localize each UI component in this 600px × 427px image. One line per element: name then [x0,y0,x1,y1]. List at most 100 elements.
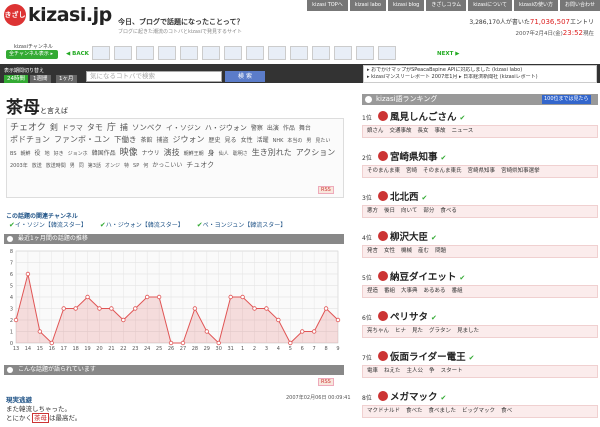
ranking-tag[interactable]: 食べる [440,208,457,214]
ranking-tag[interactable]: 女性 [384,248,395,254]
ranking-tag[interactable]: ビッグマック [462,408,495,414]
channel-thumb[interactable] [268,46,286,60]
channel-thumb[interactable] [378,46,396,60]
keyword-link[interactable]: 生き別れた [252,148,292,157]
keyword-link[interactable]: 役 [35,150,41,157]
ranking-tag[interactable]: 長女 [418,128,429,134]
channel-thumb[interactable] [356,46,374,60]
top-nav-contact[interactable]: お問い合わせ [559,0,600,11]
keyword-link[interactable]: かっこいい [152,162,182,169]
keyword-link[interactable]: アクション [296,148,336,157]
keyword-link[interactable]: ナウリ [142,150,160,157]
ranking-tag[interactable]: 向いて [401,208,417,214]
ranking-tag[interactable]: 食べました [429,408,457,414]
keyword-link[interactable]: ハ・ジウォン [205,124,247,132]
keyword-link[interactable]: イ・ソジン [166,124,201,132]
ranking-tag[interactable]: マクドナルド [367,408,400,414]
keyword-link[interactable]: ファンボ・ユン [54,135,110,144]
top-nav-howto[interactable]: kizasiの使い方 [514,0,558,11]
ranking-tag[interactable]: 産む [418,248,429,254]
period-1week[interactable]: 1週間 [30,75,51,83]
keyword-link[interactable]: 茶館 [141,137,153,144]
ranking-tag[interactable]: 亮ちゃん [367,328,389,334]
ranking-tag[interactable]: 食べた [406,408,423,414]
keyword-link[interactable]: 活躍 [257,137,269,144]
ranking-tag[interactable]: 電車 [367,368,378,374]
ranking-keyword[interactable]: 仮面ライダー電王 ✔ [390,349,475,363]
keyword-link[interactable]: 仙人 [219,151,229,157]
keyword-link[interactable]: BS [10,151,17,157]
ranking-tag[interactable]: 機械 [401,248,412,254]
keyword-link[interactable]: 放送時間 [46,163,66,169]
channel-thumb[interactable] [180,46,198,60]
ranking-tag[interactable]: 争 [429,368,435,374]
keyword-link[interactable]: SP [133,163,139,169]
ranking-tag[interactable]: 宮崎県知事 [468,168,496,174]
keyword-link[interactable]: ポドチョン [10,135,50,144]
entry-title[interactable]: 現実逃避 [6,394,32,404]
keyword-link[interactable]: 見る [225,137,237,144]
ranking-tag[interactable]: 後日 [384,208,395,214]
keyword-link[interactable]: 女性 [241,137,253,144]
related-channel-link[interactable]: ✔ハ・ジウォン【韓流スター】 [97,220,184,229]
ranking-tag[interactable]: 見ました [457,328,479,334]
keyword-link[interactable]: 朝鮮 [21,151,31,157]
ranking-tag[interactable]: 事故 [435,128,446,134]
channel-thumb[interactable] [92,46,110,60]
keyword-link[interactable]: NHK [273,138,284,144]
keyword-link[interactable]: 男 [306,138,311,144]
channel-thumb[interactable] [158,46,176,60]
back-button[interactable]: ◀ BACK [66,51,89,57]
keyword-link[interactable]: 好き [54,151,64,157]
search-input[interactable]: 気になるコトバで検索 [86,71,222,82]
keyword-link[interactable]: 第3話 [88,163,101,169]
keyword-link[interactable]: ジウォン [173,135,205,144]
top-nav-home[interactable]: kizasi TOPへ [307,0,348,11]
ranking-tag[interactable]: 宮崎県知事選挙 [501,168,540,174]
ranking-tag[interactable]: 食べ [501,408,512,414]
channel-thumb[interactable] [224,46,242,60]
keyword-link[interactable]: 放送 [32,163,42,169]
next-button[interactable]: NEXT ▶ [437,51,460,57]
keyword-link[interactable]: 男 [70,163,75,169]
keyword-link[interactable]: 歴史 [209,137,221,144]
keyword-link[interactable]: 映像 [120,148,138,158]
keyword-link[interactable]: タモ [87,123,103,132]
keyword-link[interactable]: 本当の [287,138,302,144]
ranking-tag[interactable]: 番組 [452,288,463,294]
keyword-link[interactable]: 下働き [114,135,137,144]
ranking-keyword[interactable]: 納豆ダイエット ✔ [390,269,465,283]
ranking-tag[interactable]: グラタン [429,328,451,334]
channel-thumb[interactable] [246,46,264,60]
keyword-link[interactable]: ソンベク [132,123,162,132]
keyword-link[interactable]: 聡明さ [233,151,248,157]
ranking-keyword[interactable]: ペリサタ ✔ [390,309,437,323]
ranking-tag[interactable]: ヒナ [395,328,406,334]
news-item[interactable]: ▸ kizasiマンスリーレポート 2007年1月 ▸ 日本経済新聞社 (kiz… [367,74,593,81]
keyword-link[interactable]: 舞台 [299,125,311,132]
keyword-link[interactable]: 何 [143,163,148,169]
ranking-tag[interactable]: 交通事故 [390,128,412,134]
keyword-link[interactable]: 同 [79,163,84,169]
keyword-link[interactable]: 剣 [50,123,58,132]
ranking-tag[interactable]: あるある [424,288,446,294]
keyword-link[interactable]: 特 [124,163,129,169]
keyword-link[interactable]: 地 [45,151,50,157]
ranking-keyword[interactable]: 風見しんごさん ✔ [390,109,465,123]
channel-thumb[interactable] [114,46,132,60]
keyword-link[interactable]: 警察 [251,125,263,132]
period-24h[interactable]: 24時間 [4,75,28,83]
ranking-keyword[interactable]: 北北西 ✔ [390,189,427,203]
channel-thumb[interactable] [136,46,154,60]
search-button[interactable]: 検 索 [225,71,265,82]
keyword-link[interactable]: 2003年 [10,163,28,169]
ranking-tag[interactable]: スタート [441,368,463,374]
keyword-link[interactable]: 見たい [315,138,330,144]
ranking-top100-link[interactable]: 100位までは見たら [542,95,591,104]
ranking-keyword[interactable]: 柳沢大臣 ✔ [390,229,437,243]
keyword-link[interactable]: 演技 [164,148,180,157]
ranking-tag[interactable]: そのまんま東 [367,168,400,174]
keyword-link[interactable]: ジョンホ [68,151,88,157]
ranking-tag[interactable]: 番組 [384,288,395,294]
site-logo[interactable]: きざし kizasi.jp [4,4,112,26]
